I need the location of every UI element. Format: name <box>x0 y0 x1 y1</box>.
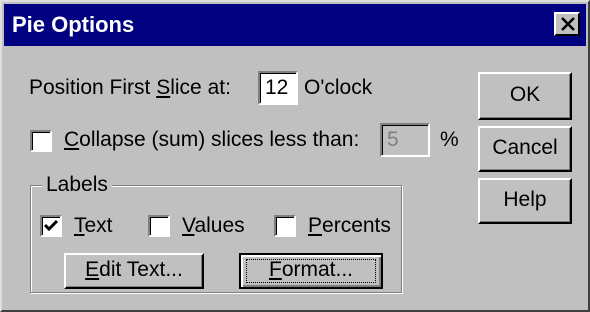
edit-text-label: Edit Text... <box>85 255 183 285</box>
format-button[interactable]: Format... <box>239 253 383 289</box>
values-checkbox-label: Values <box>182 213 245 239</box>
cancel-button[interactable]: Cancel <box>478 126 572 172</box>
edit-text-accelerator: E <box>85 258 100 281</box>
oclock-unit-label: O'clock <box>304 76 373 99</box>
checkmark-icon <box>43 219 59 232</box>
percents-checkbox[interactable] <box>274 215 296 237</box>
edit-text-rest: dit Text... <box>99 258 183 281</box>
first-slice-position-input[interactable]: 12 <box>258 71 298 105</box>
percent-unit-label: % <box>440 128 459 151</box>
pie-options-dialog: Pie Options Position First Slice at: 12 … <box>0 0 590 312</box>
collapse-label-accelerator: C <box>64 128 80 151</box>
position-first-slice-label: Position First Slice at: <box>29 75 231 101</box>
percents-checkbox-label: Percents <box>308 213 391 239</box>
close-icon <box>561 17 575 31</box>
collapse-threshold-input[interactable]: 5 <box>380 123 430 157</box>
text-label-accelerator: T <box>74 214 85 237</box>
percents-label-accelerator: P <box>308 214 323 237</box>
position-label-accelerator: S <box>156 76 171 99</box>
close-button[interactable] <box>554 12 580 36</box>
values-label-rest: alues <box>194 214 245 237</box>
collapse-label-text: ollapse (sum) slices less than: <box>79 128 360 151</box>
collapse-slices-label: Collapse (sum) slices less than: <box>64 127 359 153</box>
collapse-slices-checkbox[interactable] <box>30 130 52 152</box>
percents-label-rest: ercents <box>322 214 391 237</box>
position-label-suffix: lice at: <box>170 76 231 99</box>
text-checkbox-label: Text <box>74 213 113 239</box>
labels-group-title: Labels <box>42 172 112 198</box>
values-label-accelerator: V <box>182 214 195 237</box>
edit-text-button[interactable]: Edit Text... <box>64 253 204 289</box>
values-checkbox[interactable] <box>148 215 170 237</box>
help-button[interactable]: Help <box>478 178 572 224</box>
title-bar[interactable]: Pie Options <box>4 4 586 46</box>
focus-ring <box>246 259 376 283</box>
text-checkbox[interactable] <box>40 215 62 237</box>
ok-button[interactable]: OK <box>478 72 572 120</box>
position-label-prefix: Position First <box>29 76 157 99</box>
text-label-rest: ext <box>84 214 113 237</box>
dialog-title: Pie Options <box>12 12 135 37</box>
